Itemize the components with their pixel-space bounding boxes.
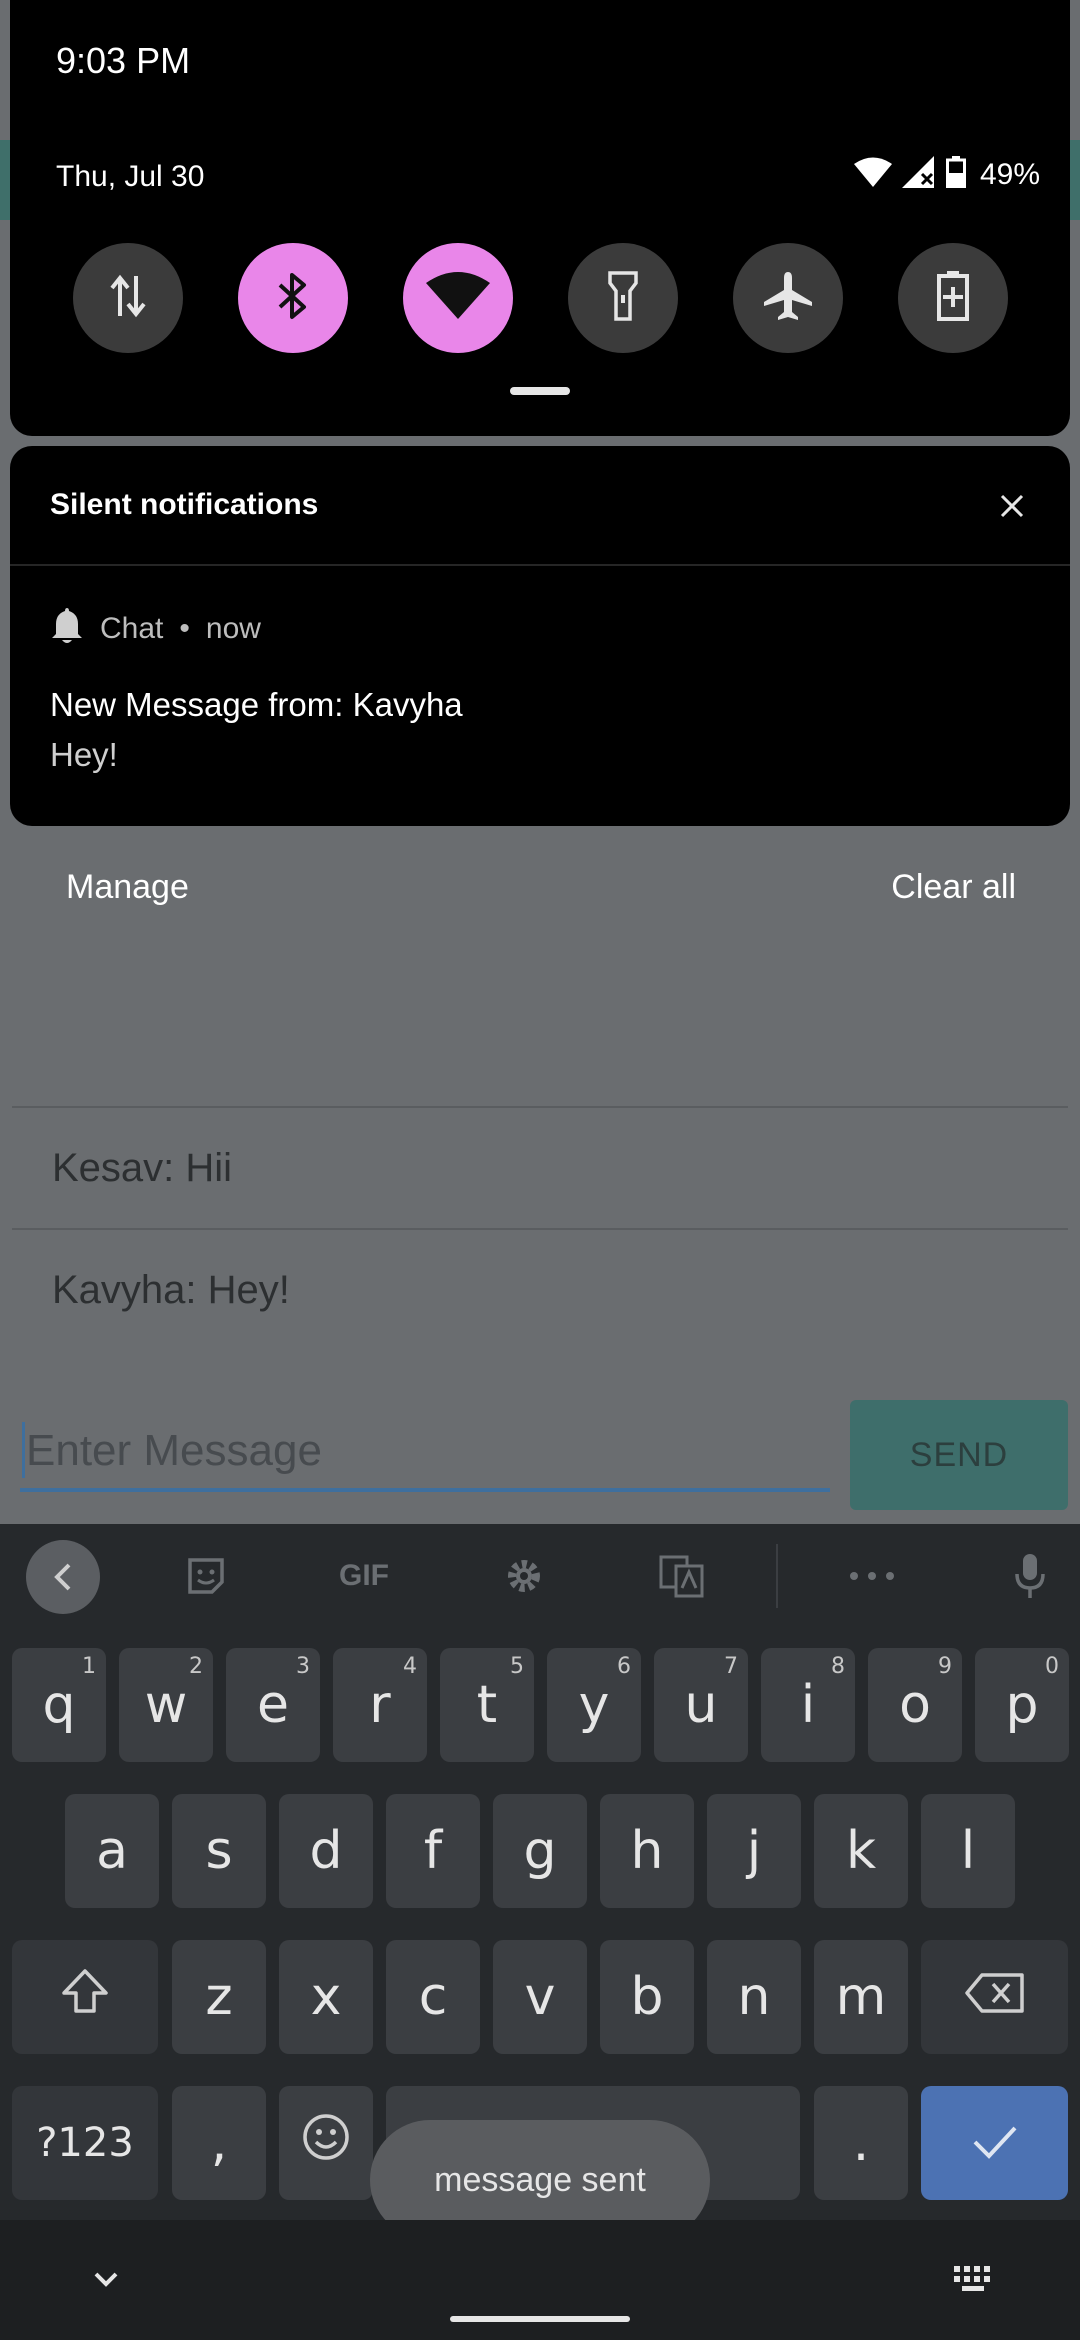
key-w[interactable]: w2 <box>119 1648 213 1762</box>
bluetooth-icon <box>276 271 310 326</box>
key-t[interactable]: t5 <box>440 1648 534 1762</box>
arrows-updown-icon <box>108 274 148 323</box>
wifi-signal-icon <box>853 157 892 192</box>
tile-battery-saver[interactable] <box>898 243 1008 353</box>
battery-saver-icon <box>937 270 969 326</box>
date[interactable]: Thu, Jul 30 <box>56 160 204 194</box>
home-gesture-bar[interactable] <box>450 2316 630 2322</box>
key-c[interactable]: c <box>386 1940 480 2054</box>
key-j[interactable]: j <box>707 1794 801 1908</box>
wifi-icon <box>426 271 490 326</box>
tile-bluetooth[interactable] <box>238 243 348 353</box>
backspace-key[interactable] <box>921 1940 1068 2054</box>
clear-all-button[interactable]: Clear all <box>891 868 1016 907</box>
microphone-icon[interactable] <box>1000 1546 1060 1606</box>
emoji-key[interactable] <box>279 2086 373 2200</box>
app-name: Chat <box>100 612 164 645</box>
message-input-placeholder: Enter Message <box>26 1426 322 1475</box>
tile-mobile-data[interactable] <box>73 243 183 353</box>
divider <box>12 1228 1068 1230</box>
key-x[interactable]: x <box>279 1940 373 2054</box>
key-k[interactable]: k <box>814 1794 908 1908</box>
more-icon[interactable] <box>842 1546 902 1606</box>
shift-key[interactable] <box>12 1940 158 2054</box>
key-e[interactable]: e3 <box>226 1648 320 1762</box>
notification-card[interactable]: Silent notifications Chat • now New Mess… <box>10 446 1070 826</box>
collapse-toolbar-button[interactable] <box>26 1540 100 1614</box>
drag-handle[interactable] <box>510 387 570 395</box>
key-i[interactable]: i8 <box>761 1648 855 1762</box>
key-v[interactable]: v <box>493 1940 587 2054</box>
chat-message: Kavyha: Hey! <box>52 1268 290 1312</box>
chat-message: Kesav: Hii <box>52 1146 233 1190</box>
key-z[interactable]: z <box>172 1940 266 2054</box>
key-f[interactable]: f <box>386 1794 480 1908</box>
key-p[interactable]: p0 <box>975 1648 1069 1762</box>
key-period[interactable]: . <box>814 2086 908 2200</box>
toolbar-divider <box>776 1544 778 1608</box>
separator: • <box>179 612 190 645</box>
close-icon[interactable] <box>994 488 1030 524</box>
key-a[interactable]: a <box>65 1794 159 1908</box>
notification-time: now <box>205 612 261 645</box>
notification-app-row: Chat • now <box>50 606 261 652</box>
keyboard-toolbar: GIF <box>0 1524 1080 1628</box>
sticker-icon[interactable] <box>176 1546 236 1606</box>
tile-flashlight[interactable] <box>568 243 678 353</box>
symbols-key[interactable]: ?123 <box>12 2086 158 2200</box>
battery-percent: 49% <box>979 157 1040 191</box>
key-g[interactable]: g <box>493 1794 587 1908</box>
gear-icon[interactable] <box>494 1546 554 1606</box>
message-input[interactable]: Enter Message <box>20 1410 830 1492</box>
send-button[interactable]: SEND <box>850 1400 1068 1510</box>
shift-icon <box>60 1967 110 2028</box>
key-comma[interactable]: , <box>172 2086 266 2200</box>
key-r[interactable]: r4 <box>333 1648 427 1762</box>
airplane-icon <box>762 270 814 327</box>
tile-airplane-mode[interactable] <box>733 243 843 353</box>
key-m[interactable]: m <box>814 1940 908 2054</box>
manage-button[interactable]: Manage <box>66 868 189 907</box>
bell-icon <box>50 606 84 652</box>
key-l[interactable]: l <box>921 1794 1015 1908</box>
notification-text: Hey! <box>50 736 118 773</box>
hide-keyboard-icon[interactable] <box>86 2260 126 2300</box>
tile-wifi[interactable] <box>403 243 513 353</box>
key-q[interactable]: q1 <box>12 1648 106 1762</box>
backspace-icon <box>964 1967 1026 2027</box>
cell-signal-icon <box>901 156 936 193</box>
done-key[interactable] <box>921 2086 1068 2200</box>
status-bar: 9:03 PM <box>0 0 1080 120</box>
key-y[interactable]: y6 <box>547 1648 641 1762</box>
keyboard-switch-icon[interactable] <box>952 2262 996 2298</box>
section-title: Silent notifications <box>50 488 319 521</box>
flashlight-icon <box>608 270 638 326</box>
notification-title: New Message from: Kavyha <box>50 686 463 723</box>
gif-button[interactable]: GIF <box>334 1546 394 1606</box>
keyboard: GIF q1 w2 e3 r4 t5 y6 u7 i8 o9 p0 a s d … <box>0 1524 1080 2220</box>
key-h[interactable]: h <box>600 1794 694 1908</box>
divider <box>12 1106 1068 1108</box>
key-u[interactable]: u7 <box>654 1648 748 1762</box>
key-b[interactable]: b <box>600 1940 694 2054</box>
battery-icon <box>945 156 966 193</box>
key-d[interactable]: d <box>279 1794 373 1908</box>
clock: 9:03 PM <box>56 40 191 81</box>
key-n[interactable]: n <box>707 1940 801 2054</box>
translate-icon[interactable] <box>652 1546 712 1606</box>
status-icons: 49% <box>853 156 1040 193</box>
key-s[interactable]: s <box>172 1794 266 1908</box>
emoji-icon <box>301 2112 351 2175</box>
key-o[interactable]: o9 <box>868 1648 962 1762</box>
text-cursor <box>22 1422 25 1478</box>
navigation-bar <box>0 2220 1080 2340</box>
notification-section-header: Silent notifications <box>10 446 1070 566</box>
checkmark-icon <box>971 2113 1019 2173</box>
